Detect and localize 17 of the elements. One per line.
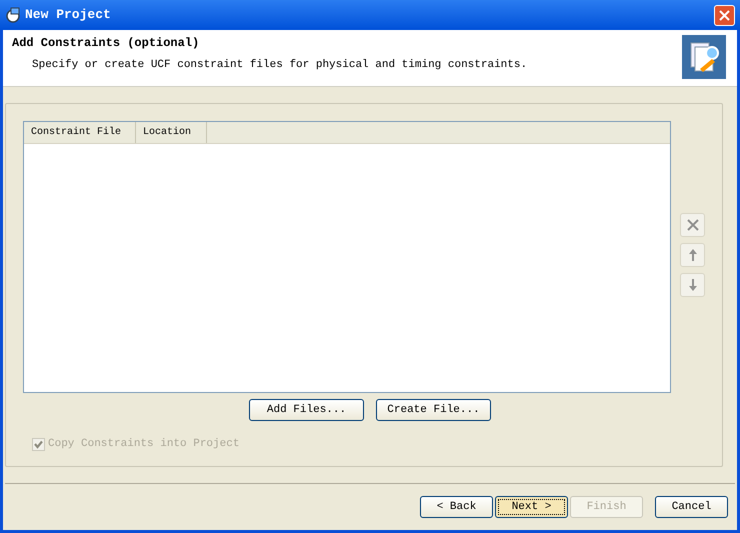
arrow-up-icon [688, 248, 698, 262]
header-title: Add Constraints (optional) [12, 35, 200, 52]
close-button[interactable] [714, 4, 735, 26]
file-button[interactable]: Add Files... [249, 399, 364, 421]
window-title: New Project [25, 6, 111, 24]
app-icon [5, 7, 21, 23]
dialog-button[interactable]: Cancel [655, 496, 728, 518]
close-icon [686, 219, 698, 231]
close-icon [719, 10, 730, 20]
arrow-down-icon [688, 278, 698, 292]
dialog-button[interactable]: < Back [420, 496, 493, 518]
file-button[interactable]: Create File... [376, 399, 491, 421]
header-description: Specify or create UCF constraint files for physical and timing constraints. [32, 58, 528, 73]
dialog-button[interactable]: Next > [495, 496, 568, 518]
checkbox-label: Copy Constraints into Project [48, 437, 240, 452]
document-wizard-icon [682, 35, 726, 79]
check-icon [34, 440, 43, 449]
